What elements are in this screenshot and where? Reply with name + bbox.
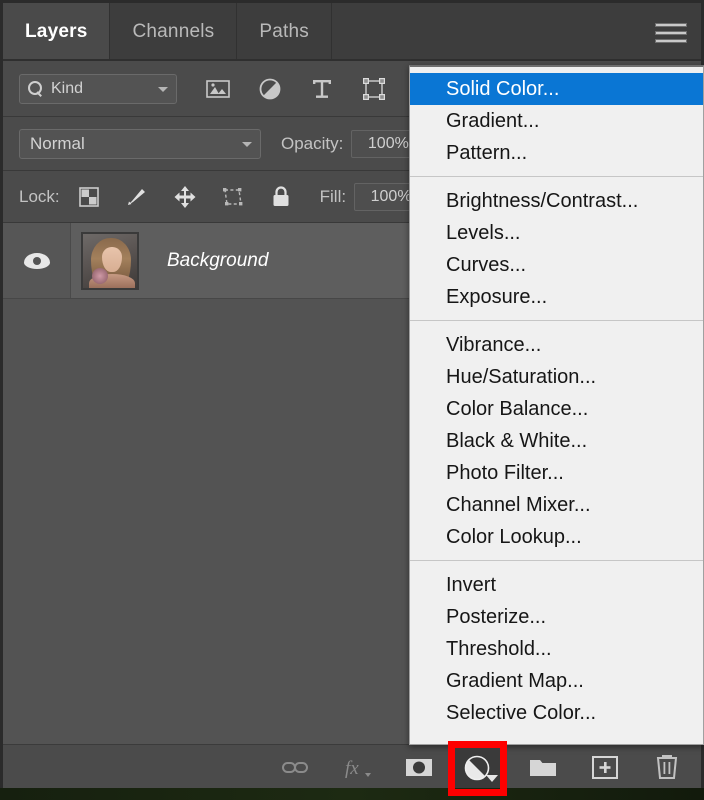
filter-icon-group: [205, 76, 439, 102]
menu-item-photo-filter[interactable]: Photo Filter...: [410, 457, 703, 489]
type-layer-filter-icon[interactable]: [309, 76, 335, 102]
delete-layer-button[interactable]: [651, 751, 683, 783]
menu-item-channel-mixer[interactable]: Channel Mixer...: [410, 489, 703, 521]
adjustment-layer-filter-icon[interactable]: [257, 76, 283, 102]
menu-item-gradient-map[interactable]: Gradient Map...: [410, 665, 703, 697]
fill-label: Fill:: [319, 186, 347, 206]
tab-layers-label: Layers: [25, 21, 88, 42]
search-icon: [28, 81, 43, 96]
pixel-layer-filter-icon[interactable]: [205, 76, 231, 102]
add-layer-style-button[interactable]: fx: [341, 751, 373, 783]
menu-item-selective-color[interactable]: Selective Color...: [410, 697, 703, 729]
menu-item-color-balance[interactable]: Color Balance...: [410, 393, 703, 425]
photoshop-layers-panel-screenshot: Layers Channels Paths Kind Normal Opacit…: [0, 0, 704, 800]
menu-item-color-lookup[interactable]: Color Lookup...: [410, 521, 703, 553]
menu-item-pattern[interactable]: Pattern...: [410, 137, 703, 169]
lock-transparent-pixels-icon[interactable]: [76, 184, 102, 210]
lock-artboard-nesting-icon[interactable]: [220, 184, 246, 210]
lock-icon-group: [76, 184, 294, 210]
blend-mode-dropdown[interactable]: Normal: [19, 128, 261, 159]
shape-layer-filter-icon[interactable]: [361, 76, 387, 102]
layer-visibility-toggle[interactable]: [3, 223, 71, 298]
blend-mode-value: Normal: [30, 133, 85, 153]
menu-item-posterize[interactable]: Posterize...: [410, 601, 703, 633]
panel-tab-bar: Layers Channels Paths: [3, 3, 701, 61]
lock-position-icon[interactable]: [172, 184, 198, 210]
filter-kind-label: Kind: [51, 79, 84, 97]
adjustment-layer-dropdown-menu: Solid Color... Gradient... Pattern... Br…: [409, 65, 704, 745]
menu-item-exposure[interactable]: Exposure...: [410, 281, 703, 313]
menu-item-brightness-contrast[interactable]: Brightness/Contrast...: [410, 185, 703, 217]
tab-paths[interactable]: Paths: [237, 3, 332, 61]
tab-paths-label: Paths: [259, 21, 309, 42]
menu-item-black-and-white[interactable]: Black & White...: [410, 425, 703, 457]
desktop-background-strip: [0, 788, 704, 800]
menu-item-vibrance[interactable]: Vibrance...: [410, 329, 703, 361]
add-layer-mask-button[interactable]: [403, 751, 435, 783]
tab-channels[interactable]: Channels: [110, 3, 238, 61]
opacity-value: 100%: [367, 134, 409, 152]
lock-image-pixels-icon[interactable]: [124, 184, 150, 210]
menu-item-curves[interactable]: Curves...: [410, 249, 703, 281]
new-group-button[interactable]: [527, 751, 559, 783]
link-layers-button[interactable]: [279, 751, 311, 783]
tab-layers[interactable]: Layers: [3, 3, 111, 61]
menu-separator: [410, 560, 703, 561]
chevron-down-icon: [486, 775, 498, 782]
menu-item-hue-saturation[interactable]: Hue/Saturation...: [410, 361, 703, 393]
eye-icon: [23, 252, 50, 269]
tab-bar-empty-space: [332, 3, 701, 61]
menu-item-solid-color[interactable]: Solid Color...: [410, 73, 703, 105]
menu-separator: [410, 176, 703, 177]
chevron-down-icon: [242, 141, 252, 147]
menu-item-threshold[interactable]: Threshold...: [410, 633, 703, 665]
menu-separator: [410, 320, 703, 321]
chevron-down-icon: [158, 86, 168, 92]
lock-all-icon[interactable]: [268, 184, 294, 210]
menu-item-levels[interactable]: Levels...: [410, 217, 703, 249]
panel-menu-icon[interactable]: [655, 23, 687, 43]
svg-text:fx: fx: [345, 758, 359, 779]
menu-item-gradient[interactable]: Gradient...: [410, 105, 703, 137]
layer-name-label: Background: [167, 249, 269, 271]
layer-thumbnail[interactable]: [81, 231, 139, 290]
menu-item-invert[interactable]: Invert: [410, 569, 703, 601]
lock-label: Lock:: [19, 186, 60, 206]
fill-value: 100%: [370, 187, 412, 205]
opacity-label: Opacity:: [281, 133, 344, 153]
tab-channels-label: Channels: [132, 21, 215, 42]
filter-kind-dropdown[interactable]: Kind: [19, 73, 177, 104]
new-layer-button[interactable]: [589, 751, 621, 783]
layers-panel-bottom-toolbar: fx: [3, 744, 701, 788]
